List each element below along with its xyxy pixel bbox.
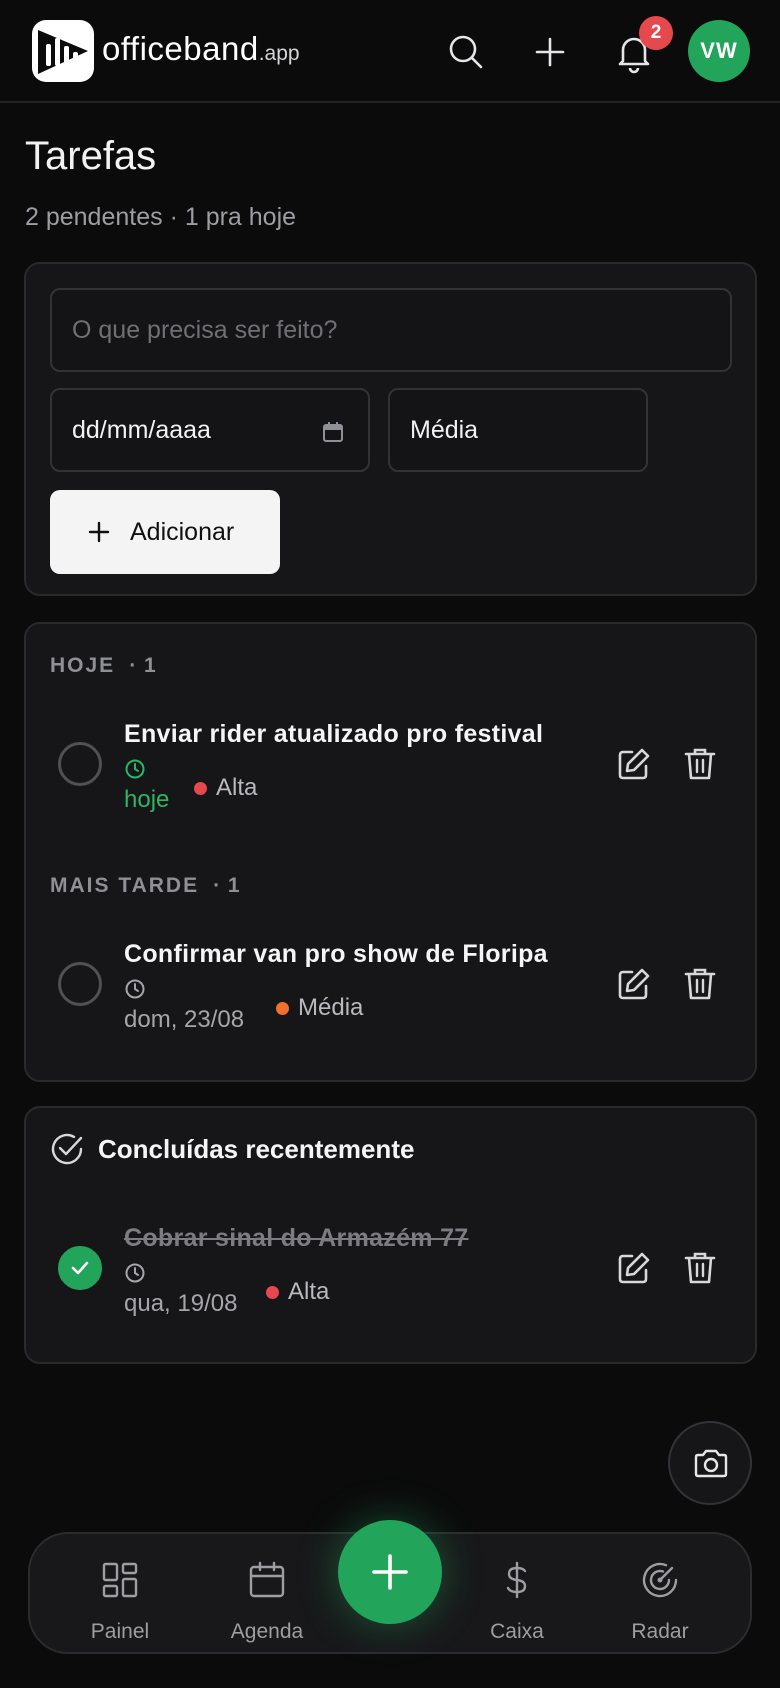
nav-item-painel[interactable]: Painel bbox=[60, 1534, 180, 1656]
section-later: MAIS TARDE · 1 bbox=[50, 874, 241, 898]
section-today-label: HOJE bbox=[50, 654, 116, 677]
section-today: HOJE · 1 bbox=[50, 654, 157, 678]
new-task-card: O que precisa ser feito? dd/mm/aaaa Médi… bbox=[24, 262, 757, 596]
task-checkbox[interactable] bbox=[58, 962, 102, 1006]
clock-icon bbox=[125, 979, 145, 999]
pending-tasks-card: HOJE · 1 Enviar rider atualizado pro fest… bbox=[24, 622, 757, 1082]
logo-icon[interactable] bbox=[32, 20, 94, 82]
completed-heading-text: Concluídas recentemente bbox=[98, 1133, 415, 1164]
dollar-icon bbox=[506, 1561, 527, 1599]
completed-heading: Concluídas recentemente bbox=[50, 1132, 414, 1166]
task-due-date: qua, 19/08 bbox=[124, 1290, 238, 1317]
clock-icon bbox=[125, 759, 145, 779]
task-title[interactable]: Confirmar van pro show de Floripa bbox=[124, 940, 548, 969]
check-icon bbox=[71, 1261, 89, 1275]
camera-icon bbox=[694, 1449, 728, 1478]
check-circle-icon bbox=[51, 1133, 83, 1165]
edit-icon[interactable] bbox=[614, 1248, 654, 1288]
radar-icon bbox=[642, 1562, 678, 1598]
task-title[interactable]: Enviar rider atualizado pro festival bbox=[124, 720, 543, 749]
plus-icon bbox=[88, 521, 110, 543]
add-task-button[interactable]: Adicionar bbox=[50, 490, 280, 574]
due-date-placeholder: dd/mm/aaaa bbox=[72, 415, 211, 444]
section-later-label: MAIS TARDE bbox=[50, 874, 200, 897]
brand-suffix: .app bbox=[258, 42, 300, 65]
section-later-count: · 1 bbox=[213, 874, 241, 897]
nav-item-radar[interactable]: Radar bbox=[600, 1534, 720, 1656]
priority-dot bbox=[276, 1001, 289, 1015]
brand-name-text: officeband bbox=[102, 30, 259, 67]
task-priority-label: Alta bbox=[216, 774, 258, 801]
task-priority-label: Média bbox=[298, 994, 364, 1021]
priority-select-value: Média bbox=[410, 415, 479, 444]
camera-button[interactable] bbox=[668, 1421, 752, 1505]
calendar-icon bbox=[249, 1561, 285, 1598]
task-due-date: dom, 23/08 bbox=[124, 1006, 245, 1033]
task-priority-label: Alta bbox=[288, 1278, 330, 1305]
nav-item-caixa[interactable]: Caixa bbox=[457, 1534, 577, 1656]
add-fab-button[interactable] bbox=[338, 1520, 442, 1624]
page-title: Tarefas bbox=[25, 134, 157, 178]
priority-dot bbox=[194, 781, 207, 795]
section-today-count: · 1 bbox=[129, 654, 157, 677]
priority-dot bbox=[266, 1285, 279, 1299]
task-checkbox-checked[interactable] bbox=[58, 1246, 102, 1290]
search-icon[interactable] bbox=[444, 30, 488, 74]
add-task-label: Adicionar bbox=[130, 517, 235, 546]
edit-icon[interactable] bbox=[614, 964, 654, 1004]
nav-label: Painel bbox=[90, 1620, 150, 1643]
task-title-input[interactable]: O que precisa ser feito? bbox=[50, 288, 732, 372]
task-priority: Média bbox=[276, 994, 363, 1022]
edit-icon[interactable] bbox=[614, 744, 654, 784]
nav-label: Agenda bbox=[230, 1620, 304, 1643]
nav-item-agenda[interactable]: Agenda bbox=[207, 1534, 327, 1656]
dashboard-icon bbox=[102, 1562, 138, 1598]
task-priority: Alta bbox=[194, 774, 257, 802]
task-priority: Alta bbox=[266, 1278, 329, 1306]
calendar-picker-icon[interactable] bbox=[322, 421, 344, 443]
avatar[interactable]: VW bbox=[688, 20, 750, 82]
notification-badge: 2 bbox=[639, 16, 673, 50]
completed-tasks-card: Concluídas recentemente Cobrar sinal do … bbox=[24, 1106, 757, 1364]
trash-icon[interactable] bbox=[680, 744, 720, 784]
nav-label: Caixa bbox=[490, 1620, 544, 1643]
task-due-date: hoje bbox=[124, 786, 170, 813]
app-header: officeband.app 2 VW bbox=[0, 0, 780, 103]
trash-icon[interactable] bbox=[680, 1248, 720, 1288]
page-subtitle: 2 pendentes · 1 pra hoje bbox=[25, 203, 297, 231]
task-title[interactable]: Cobrar sinal do Armazém 77 bbox=[124, 1224, 468, 1253]
trash-icon[interactable] bbox=[680, 964, 720, 1004]
brand-name: officeband.app bbox=[102, 30, 300, 68]
clock-icon bbox=[125, 1263, 145, 1283]
plus-icon bbox=[372, 1554, 408, 1590]
plus-icon[interactable] bbox=[528, 30, 572, 74]
nav-label: Radar bbox=[631, 1620, 689, 1643]
priority-select[interactable]: Média bbox=[388, 388, 648, 472]
due-date-field[interactable]: dd/mm/aaaa bbox=[50, 388, 370, 472]
task-checkbox[interactable] bbox=[58, 742, 102, 786]
